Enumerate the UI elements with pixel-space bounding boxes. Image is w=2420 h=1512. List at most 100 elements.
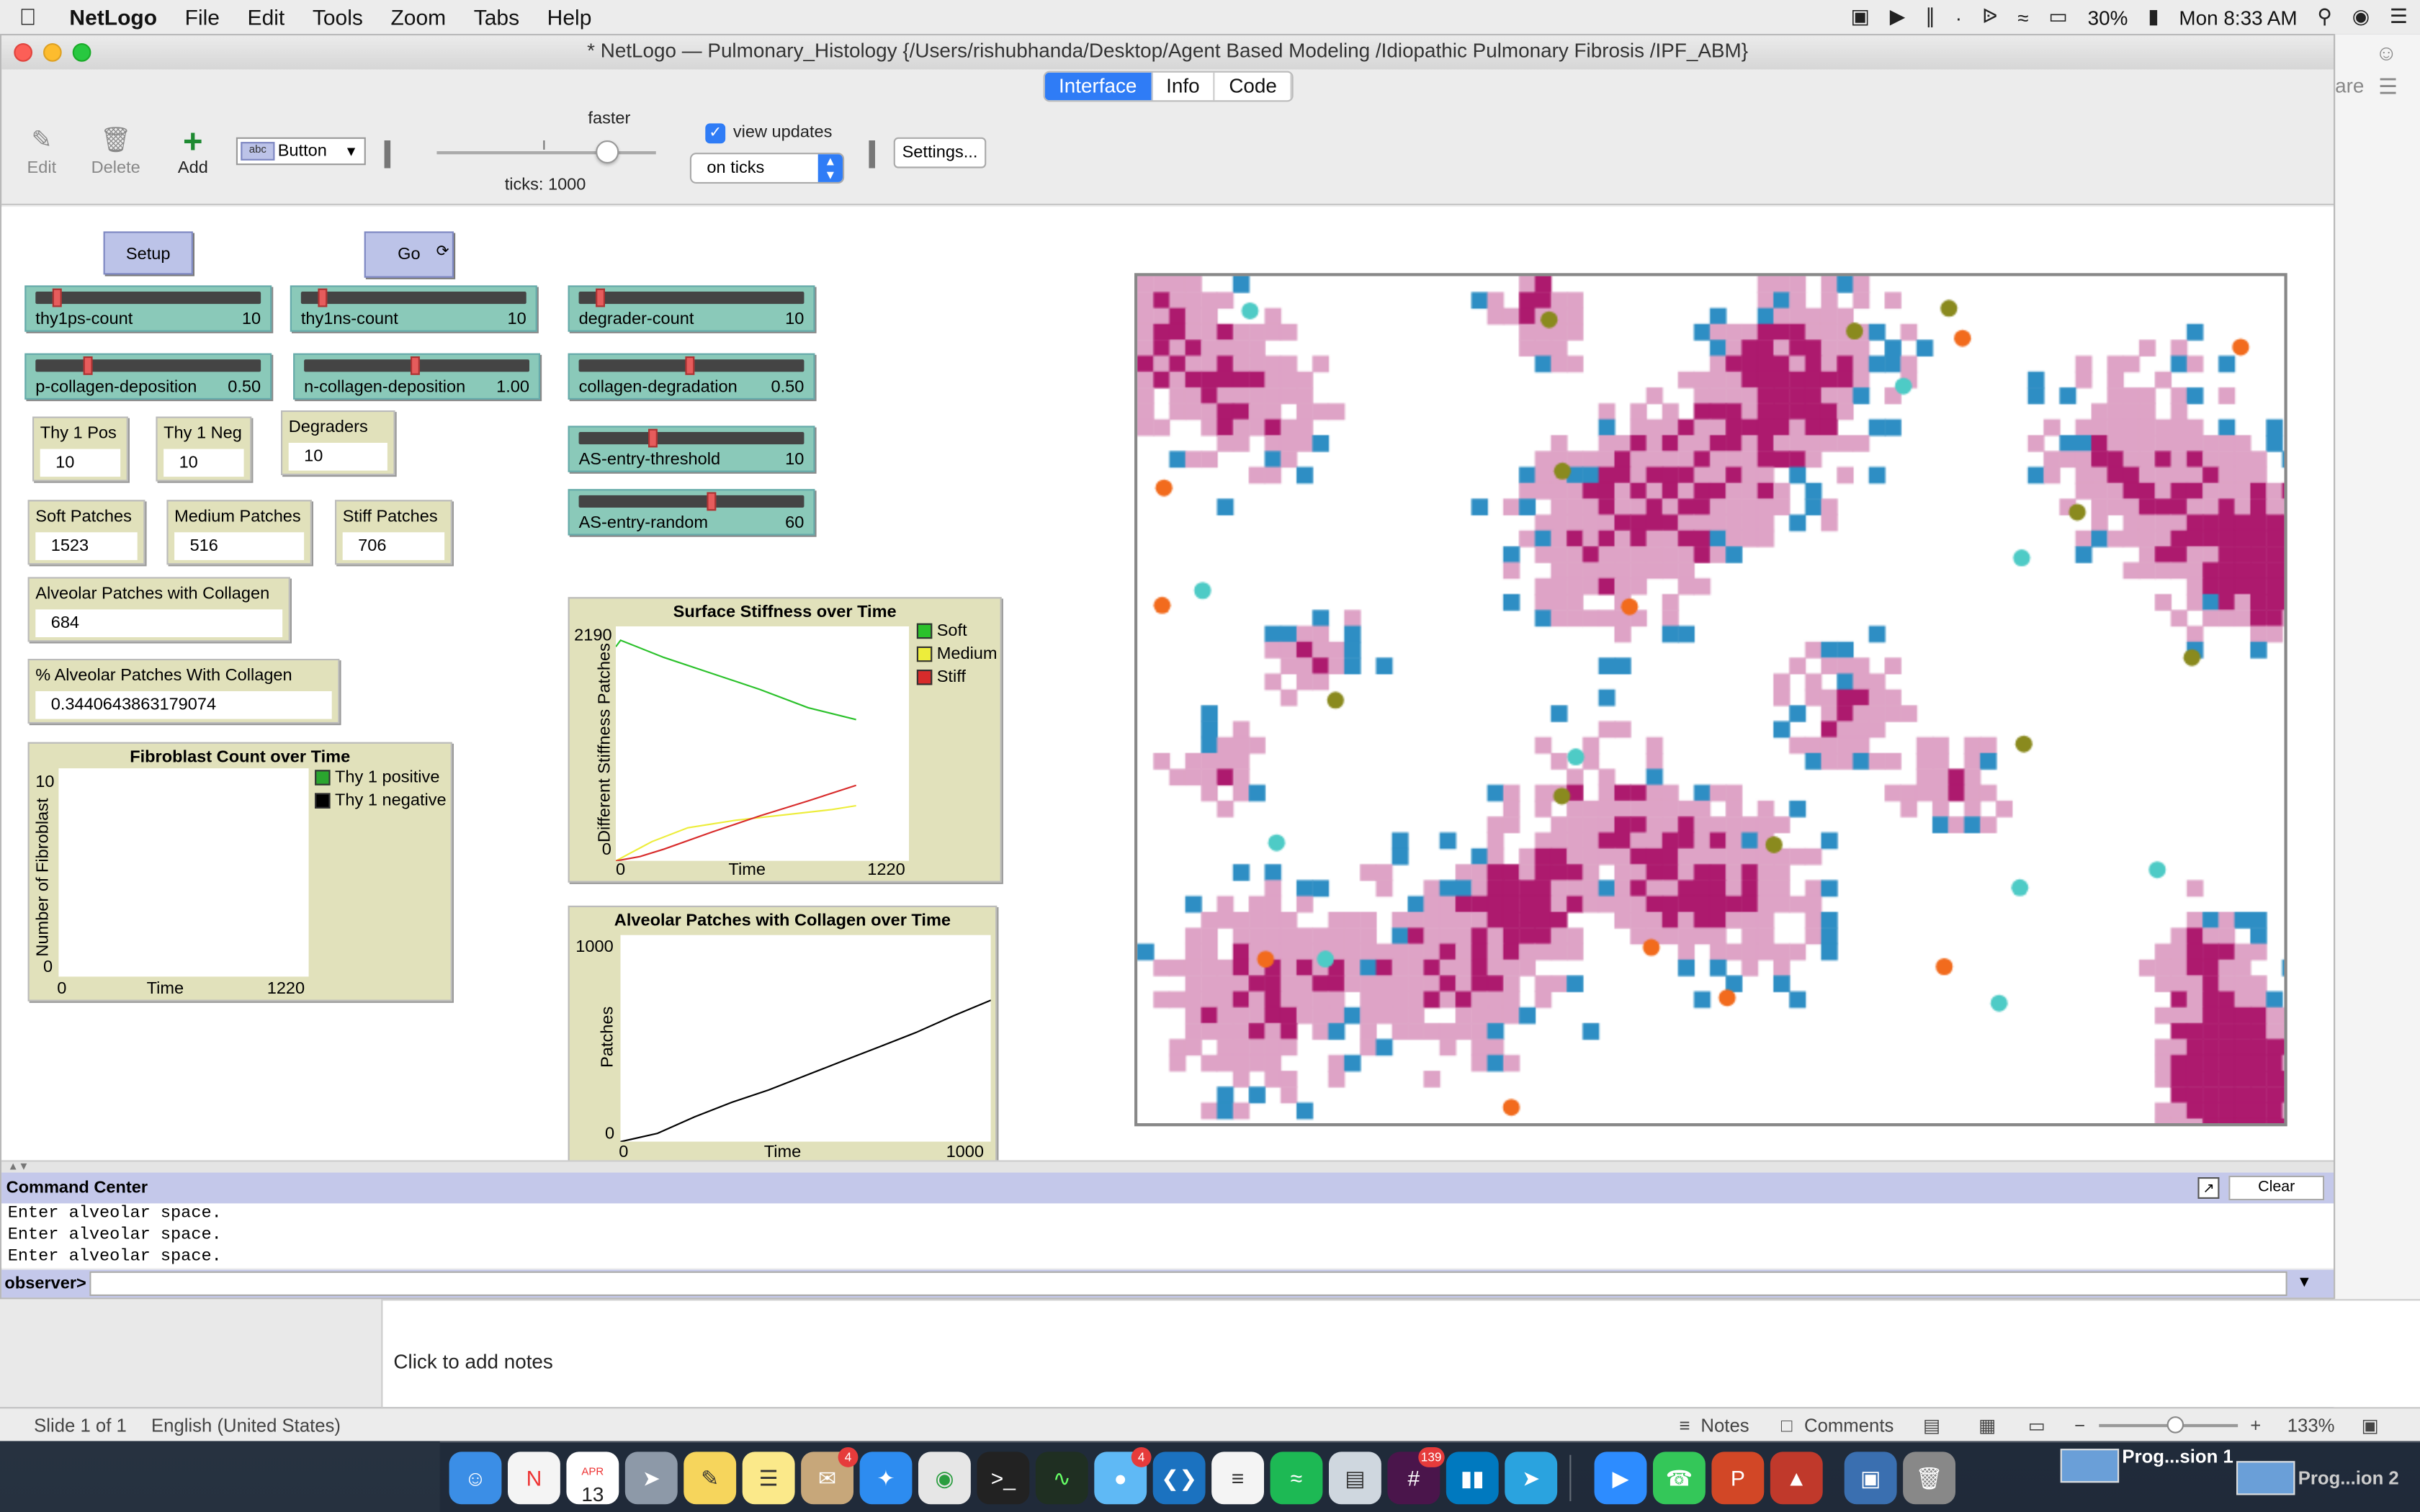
slider-knob[interactable] <box>411 356 420 375</box>
slider-track[interactable] <box>578 432 805 445</box>
command-center-output[interactable]: Enter alveolar space. Enter alveolar spa… <box>1 1203 2334 1269</box>
facetime-icon[interactable]: ☎ <box>1653 1452 1706 1505</box>
launchpad-icon[interactable]: ➤ <box>624 1452 678 1505</box>
zoom-window-button[interactable] <box>72 43 91 62</box>
presenter-view-icon[interactable]: ▭ <box>2028 1408 2045 1442</box>
chevron-down-icon[interactable]: ▼ <box>2297 1270 2312 1298</box>
observer-prompt[interactable]: observer> <box>4 1270 86 1298</box>
tab-info[interactable]: Info <box>1152 72 1216 101</box>
notes-toggle[interactable]: Notes <box>1700 1408 1749 1442</box>
safari-icon[interactable]: ✦ <box>859 1452 913 1505</box>
slider-knob[interactable] <box>707 492 717 511</box>
command-input[interactable] <box>89 1271 2287 1296</box>
spotify-icon[interactable]: ≈ <box>1270 1452 1323 1505</box>
zoom-slider-knob[interactable] <box>2166 1416 2184 1434</box>
zoom-level[interactable]: 133% <box>2287 1408 2335 1442</box>
notes-app-icon[interactable]: ☰ <box>742 1452 795 1505</box>
grid-view-icon[interactable]: ▦ <box>1978 1408 1996 1442</box>
stack-label-1[interactable]: Prog...sion 1 <box>2122 1446 2233 1467</box>
menu-app[interactable]: NetLogo <box>55 4 171 29</box>
terminal-icon[interactable]: >_ <box>977 1452 1030 1505</box>
stack-thumbnail[interactable] <box>2060 1449 2120 1483</box>
zoom-app-icon[interactable]: ▶ <box>1594 1452 1647 1505</box>
stack-thumbnail[interactable] <box>2236 1461 2295 1495</box>
reminders-icon[interactable]: ≡ <box>1211 1452 1264 1505</box>
vscode-icon[interactable]: ❮❯ <box>1152 1452 1206 1505</box>
zoom-in-icon[interactable]: + <box>2250 1408 2261 1442</box>
emoji-icon[interactable]: ☺ <box>2375 40 2398 65</box>
stickies-icon[interactable]: ✎ <box>684 1452 737 1505</box>
battery-icon[interactable]: ▮ <box>2148 4 2159 29</box>
splitter-handle[interactable]: ▲▼ <box>1 1160 2334 1173</box>
expand-icon[interactable]: ↗ <box>2197 1177 2220 1199</box>
minimize-window-button[interactable] <box>43 43 62 62</box>
wifi-icon[interactable]: ≈ <box>2017 6 2028 29</box>
airplay-icon[interactable]: ▭ <box>2048 4 2067 29</box>
menu-icon[interactable]: ☰ <box>2378 74 2398 100</box>
settings-button[interactable]: Settings... <box>893 137 987 168</box>
slider-degrader-count[interactable]: degrader-count 10 <box>568 285 815 332</box>
slider-thy1ns-count[interactable]: thy1ns-count 10 <box>290 285 537 332</box>
menu-tabs[interactable]: Tabs <box>460 4 533 29</box>
share-button[interactable]: are <box>2335 74 2364 97</box>
tab-interface[interactable]: Interface <box>1044 72 1152 101</box>
slider-track[interactable] <box>35 359 261 372</box>
speed-slider-track[interactable] <box>436 151 656 155</box>
delete-button[interactable]: 🗑 Delete <box>85 125 147 178</box>
trash-icon[interactable]: 🗑 <box>1903 1452 1955 1505</box>
slider-collagen-degradation[interactable]: collagen-degradation 0.50 <box>568 353 815 400</box>
close-window-button[interactable] <box>14 43 32 62</box>
menu-edit[interactable]: Edit <box>233 4 298 29</box>
stack-label-2[interactable]: Prog...ion 2 <box>2298 1467 2399 1489</box>
slider-knob[interactable] <box>83 356 93 375</box>
powerpoint-icon[interactable]: P <box>1711 1452 1765 1505</box>
slider-as-entry-threshold[interactable]: AS-entry-threshold 10 <box>568 426 815 472</box>
user-icon[interactable]: ◉ <box>2352 4 2370 29</box>
activity-monitor-icon[interactable]: ∿ <box>1035 1452 1088 1505</box>
slider-thy1ps-count[interactable]: thy1ps-count 10 <box>24 285 272 332</box>
messages-icon[interactable]: ● 4 <box>1094 1446 1152 1505</box>
audio-levels-icon[interactable]: ∥ <box>1925 4 1935 29</box>
slider-track[interactable] <box>578 495 805 508</box>
view-updates-checkbox[interactable]: ✓ <box>705 123 726 144</box>
presenter-notes[interactable]: Click to add notes <box>382 1299 2420 1408</box>
chrome-icon[interactable]: ◉ <box>918 1452 971 1505</box>
slider-p-collagen-deposition[interactable]: p-collagen-deposition 0.50 <box>24 353 272 400</box>
go-button[interactable]: Go ⟳ <box>364 231 454 278</box>
world-canvas[interactable] <box>1137 276 2285 1123</box>
add-button[interactable]: + Add <box>162 124 224 177</box>
notification-center-icon[interactable]: ☰ <box>2390 4 2408 29</box>
slider-knob[interactable] <box>685 356 695 375</box>
slack-icon[interactable]: #139 <box>1387 1446 1445 1505</box>
zoom-out-icon[interactable]: − <box>2074 1408 2085 1442</box>
video-icon[interactable]: ▣ <box>1850 4 1869 29</box>
fit-icon[interactable]: ▣ <box>2362 1408 2379 1442</box>
menu-tools[interactable]: Tools <box>299 4 377 29</box>
menu-file[interactable]: File <box>171 4 233 29</box>
preview-icon[interactable]: ▤ <box>1329 1452 1381 1505</box>
slider-track[interactable] <box>35 292 261 305</box>
slider-track[interactable] <box>578 292 805 305</box>
menubar-clock[interactable]: Mon 8:33 AM <box>2179 6 2297 29</box>
slider-knob[interactable] <box>318 288 328 307</box>
calendar-icon[interactable]: APR 13 <box>566 1452 619 1505</box>
slider-n-collagen-deposition[interactable]: n-collagen-deposition 1.00 <box>293 353 540 400</box>
netlogo-minimized-icon[interactable]: ▣ <box>1844 1452 1897 1505</box>
mail-icon[interactable]: ✉ 4 <box>801 1446 859 1505</box>
menu-help[interactable]: Help <box>533 4 605 29</box>
trello-icon[interactable]: ▮▮ <box>1446 1452 1499 1505</box>
slider-knob[interactable] <box>52 288 62 307</box>
tab-code[interactable]: Code <box>1215 72 1293 101</box>
slider-as-entry-random[interactable]: AS-entry-random 60 <box>568 489 815 536</box>
clear-button[interactable]: Clear <box>2228 1175 2325 1201</box>
language-indicator[interactable]: English (United States) <box>151 1408 341 1442</box>
camera-icon[interactable]: ▶ <box>1890 4 1905 29</box>
world-view[interactable] <box>1134 273 2287 1127</box>
widget-type-select[interactable]: abc Button ▼ <box>236 137 366 166</box>
spotlight-search-icon[interactable]: ⚲ <box>2317 4 2331 29</box>
bluetooth-icon[interactable]: ᐉ <box>1982 4 1997 29</box>
pdf-app-icon[interactable]: ▲ <box>1770 1452 1823 1505</box>
slider-knob[interactable] <box>596 288 605 307</box>
update-mode-select[interactable]: on ticks ▲ ▼ <box>689 153 845 184</box>
normal-view-icon[interactable]: ▤ <box>1923 1408 1940 1442</box>
